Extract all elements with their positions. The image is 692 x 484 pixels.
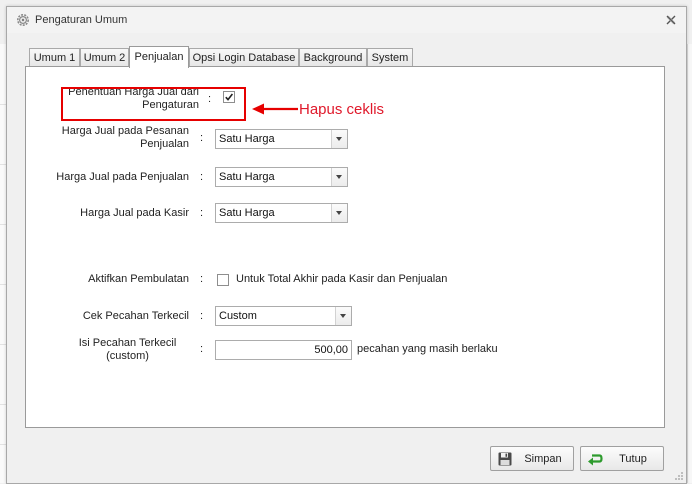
select-harga-penjualan[interactable]: Satu Harga bbox=[215, 167, 348, 187]
checkbox-label-pembulatan: Untuk Total Akhir pada Kasir dan Penjual… bbox=[236, 273, 448, 285]
select-harga-pesanan-penjualan[interactable]: Satu Harga bbox=[215, 129, 348, 149]
annotation-arrow-icon bbox=[252, 103, 298, 115]
background-window-edge-right bbox=[687, 44, 692, 483]
save-button[interactable]: Simpan bbox=[490, 446, 574, 471]
colon: : bbox=[200, 132, 204, 144]
chevron-down-icon[interactable] bbox=[331, 168, 347, 186]
label-aktifkan-pembulatan: Aktifkan Pembulatan bbox=[88, 273, 189, 285]
label-harga-pesanan-penjualan: Harga Jual pada Pesanan Penjualan bbox=[61, 125, 189, 150]
close-button-label: Tutup bbox=[619, 453, 647, 465]
label-cek-pecahan: Cek Pecahan Terkecil bbox=[82, 310, 189, 322]
label-harga-penjualan: Harga Jual pada Penjualan bbox=[56, 171, 189, 183]
isi-pecahan-suffix: pecahan yang masih berlaku bbox=[357, 343, 498, 355]
colon: : bbox=[200, 310, 204, 322]
input-isi-pecahan[interactable]: 500,00 bbox=[215, 340, 352, 360]
close-icon[interactable] bbox=[664, 13, 678, 27]
checkbox-aktifkan-pembulatan[interactable] bbox=[217, 274, 229, 286]
resize-grip-icon[interactable] bbox=[674, 471, 684, 481]
title-bar[interactable]: Pengaturan Umum bbox=[7, 7, 686, 33]
chevron-down-icon[interactable] bbox=[331, 204, 347, 222]
label-isi-pecahan: Isi Pecahan Terkecil (custom) bbox=[78, 337, 177, 362]
annotation-highlight-box bbox=[61, 87, 246, 121]
select-harga-kasir[interactable]: Satu Harga bbox=[215, 203, 348, 223]
colon: : bbox=[200, 207, 204, 219]
colon: : bbox=[200, 273, 204, 285]
tab-opsi-login-database[interactable]: Opsi Login Database bbox=[189, 48, 299, 67]
tab-system[interactable]: System bbox=[367, 48, 413, 67]
gear-icon bbox=[17, 14, 29, 26]
chevron-down-icon[interactable] bbox=[331, 130, 347, 148]
settings-dialog: Pengaturan Umum Umum 1 Umum 2 Penjualan … bbox=[6, 6, 687, 484]
select-cek-pecahan[interactable]: Custom bbox=[215, 306, 352, 326]
tab-umum-1[interactable]: Umum 1 bbox=[29, 48, 80, 67]
chevron-down-icon[interactable] bbox=[335, 307, 351, 325]
tab-background[interactable]: Background bbox=[299, 48, 367, 67]
close-button[interactable]: Tutup bbox=[580, 446, 664, 471]
colon: : bbox=[200, 171, 204, 183]
annotation-text: Hapus ceklis bbox=[299, 101, 385, 118]
colon: : bbox=[200, 343, 204, 355]
tab-penjualan[interactable]: Penjualan bbox=[129, 46, 189, 68]
dialog-title: Pengaturan Umum bbox=[35, 14, 128, 26]
save-button-label: Simpan bbox=[524, 453, 562, 465]
label-harga-kasir: Harga Jual pada Kasir bbox=[80, 207, 189, 219]
tab-umum-2[interactable]: Umum 2 bbox=[80, 48, 129, 67]
